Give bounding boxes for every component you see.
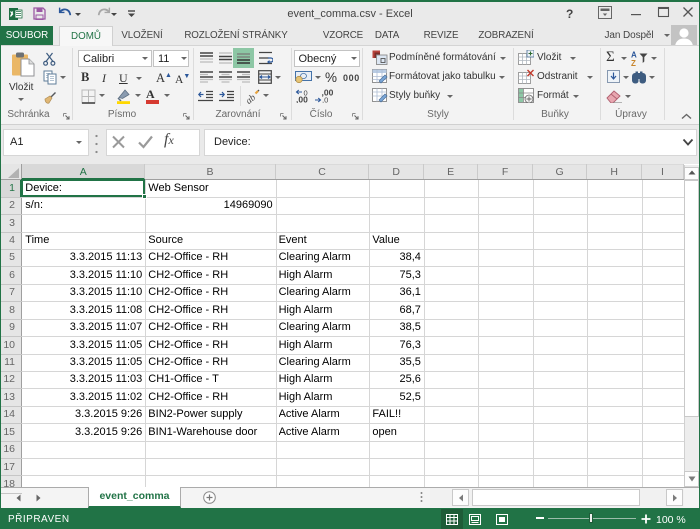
svg-text:Z: Z bbox=[631, 59, 636, 66]
svg-text:ab: ab bbox=[244, 93, 258, 105]
svg-text:,00: ,00 bbox=[296, 95, 308, 104]
svg-text:,0: ,0 bbox=[322, 96, 328, 104]
